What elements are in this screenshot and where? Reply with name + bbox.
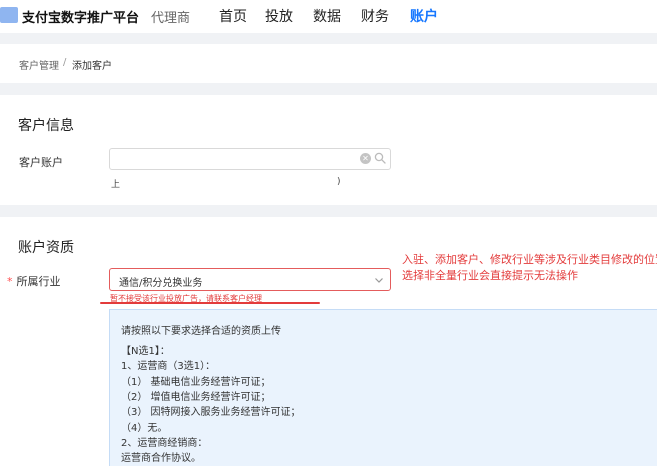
requirements-intro: 请按照以下要求选择合适的资质上传 [121,326,281,337]
requirements-sub-3: （3） 因特网接入服务业务经营许可证； [121,407,301,418]
top-navigation-bar: 支付宝数字推广平台 代理商 首页 投放 数据 财务 账户 [0,0,657,33]
search-icon[interactable] [374,152,386,164]
requirements-sub-2: （2） 增值电信业务经营许可证； [121,392,271,403]
breadcrumb: 客户管理 / 添加客户 [0,44,657,83]
requirements-item-1: 1、运营商（3选1）： [121,361,216,372]
agent-label: 代理商 [151,11,191,26]
qualification-title: 账户资质 [18,240,74,256]
industry-select[interactable]: 通信/积分兑换业务 [109,268,391,291]
industry-select-value: 通信/积分兑换业务 [119,278,203,289]
customer-account-label: 客户账户 [19,156,63,169]
required-star: * [7,275,13,288]
clear-icon[interactable]: ✕ [360,153,371,164]
requirements-item-2: 2、运营商经销商： [121,438,208,449]
qualification-requirements-box: 请按照以下要求选择合适的资质上传 【N选1】： 1、运营商（3选1）： （1） … [109,309,657,466]
annotation-line-1: 入驻、添加客户、修改行业等涉及行业类目修改的位置 [402,253,657,266]
hint-fragment-left: 上 [111,180,121,190]
requirements-sub-4: （4）无。 [121,423,168,434]
requirements-n-choose: 【N选1】： [121,346,170,357]
hint-fragment-right: ) [337,177,341,187]
breadcrumb-add-customer: 添加客户 [72,61,112,72]
annotation-line-2: 选择非全量行业会直接提示无法操作 [402,269,578,282]
error-highlight-underline [100,302,320,304]
customer-account-input-wrapper[interactable]: ✕ [109,148,391,170]
industry-label: * 所属行业 [7,273,61,289]
requirements-item-2-desc: 运营商合作协议。 [121,453,201,464]
breadcrumb-separator: / [63,57,67,68]
chevron-down-icon [375,278,383,283]
logo-icon [0,7,18,23]
breadcrumb-customer-management[interactable]: 客户管理 [19,57,59,72]
customer-info-title: 客户信息 [18,118,74,134]
industry-label-text: 所属行业 [16,275,61,288]
nav-home[interactable]: 首页 [219,6,247,26]
nav-finance[interactable]: 财务 [361,6,389,26]
nav-account[interactable]: 账户 [410,6,438,26]
nav-data[interactable]: 数据 [313,6,341,26]
customer-account-input[interactable] [114,151,354,167]
brand-title: 支付宝数字推广平台 [22,11,140,26]
nav-ads[interactable]: 投放 [265,6,293,26]
requirements-sub-1: （1） 基础电信业务经营许可证； [121,377,271,388]
